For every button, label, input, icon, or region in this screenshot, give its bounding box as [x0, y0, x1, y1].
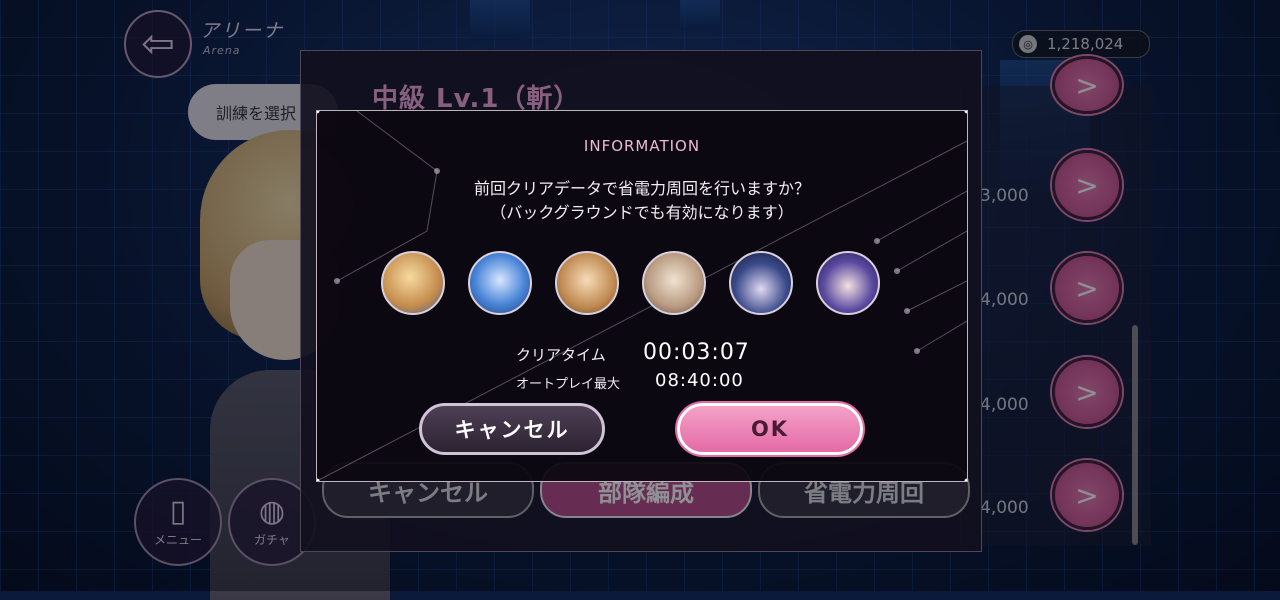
dialog-title: INFORMATION	[583, 137, 701, 155]
cancel-button[interactable]: キャンセル	[419, 403, 605, 455]
dialog-message-note: （バックグラウンドでも有効になります）	[490, 203, 794, 222]
party-member-avatar	[816, 251, 880, 315]
party-member-avatar	[555, 251, 619, 315]
party-member-avatar	[381, 251, 445, 315]
party-member-avatar	[468, 251, 532, 315]
dialog-message: 前回クリアデータで省電力周回を行いますか？	[473, 179, 810, 198]
information-dialog: INFORMATION 前回クリアデータで省電力周回を行いますか？ （バックグラ…	[316, 110, 968, 482]
ok-button[interactable]: OK	[677, 403, 863, 455]
party-avatars	[381, 251, 880, 315]
auto-play-max-value: 08:40:00	[655, 370, 744, 391]
party-member-avatar	[642, 251, 706, 315]
clear-time-label: クリアタイム	[516, 346, 606, 364]
auto-play-max-label: オートプレイ最大	[516, 377, 621, 392]
clear-time-value: 00:03:07	[643, 340, 750, 365]
party-member-avatar	[729, 251, 793, 315]
